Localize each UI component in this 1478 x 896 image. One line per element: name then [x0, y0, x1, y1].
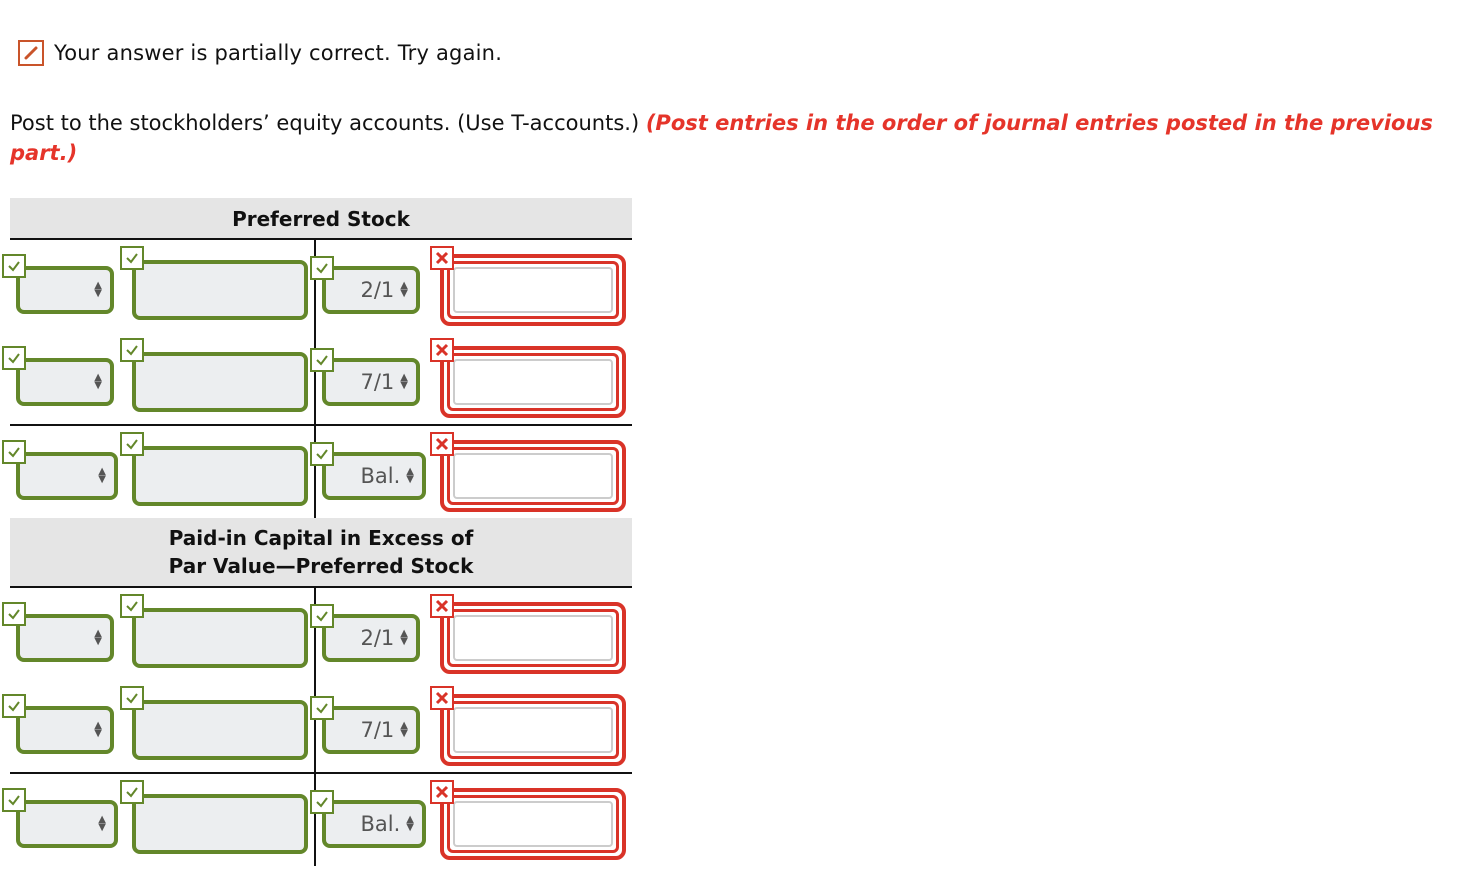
debit-amount-input[interactable] — [132, 352, 308, 412]
checkmark-icon — [310, 604, 334, 628]
updown-arrows-icon: ▲ ▼ — [94, 280, 102, 299]
checkmark-icon — [120, 246, 144, 270]
checkmark-icon — [120, 780, 144, 804]
updown-arrows-icon: ▲ ▼ — [98, 814, 106, 833]
t-row-total: ▲ ▼ Bal. ▲ ▼ — [2, 772, 632, 866]
credit-amount-input[interactable] — [440, 602, 626, 674]
t-row: ▲ ▼ 7/1 ▲ ▼ — [2, 332, 632, 424]
checkmark-icon — [310, 442, 334, 466]
checkmark-icon — [2, 254, 26, 278]
checkmark-icon — [2, 440, 26, 464]
next-section-cutoff — [0, 884, 1478, 896]
updown-arrows-icon: ▲ ▼ — [406, 466, 414, 485]
credit-amount-field[interactable] — [453, 707, 613, 753]
feedback-text: Your answer is partially correct. Try ag… — [54, 41, 503, 65]
instructions: Post to the stockholders’ equity account… — [10, 108, 1470, 168]
t-account-title: Preferred Stock — [10, 198, 632, 240]
updown-arrows-icon: ▲ ▼ — [94, 372, 102, 391]
checkmark-icon — [120, 338, 144, 362]
t-account-preferred-stock: Preferred Stock ▲ ▼ 2/1 ▲ ▼ ▲ ▼ 7/1 ▲ ▼ ▲ ▼ Bal. ▲ ▼ — [2, 198, 632, 518]
x-icon — [430, 594, 454, 618]
updown-arrows-icon: ▲ ▼ — [94, 628, 102, 647]
t-account-title: Paid-in Capital in Excess of Par Value—P… — [10, 518, 632, 588]
credit-date-select[interactable]: 2/1 ▲ ▼ — [322, 614, 420, 662]
credit-amount-field[interactable] — [453, 453, 613, 499]
t-row: ▲ ▼ 2/1 ▲ ▼ — [2, 240, 632, 332]
pencil-icon — [18, 40, 44, 66]
checkmark-icon — [2, 788, 26, 812]
t-account-body: ▲ ▼ 2/1 ▲ ▼ ▲ ▼ 7/1 ▲ ▼ ▲ ▼ Bal. ▲ ▼ — [2, 588, 632, 866]
checkmark-icon — [2, 602, 26, 626]
debit-amount-input[interactable] — [132, 608, 308, 668]
updown-arrows-icon: ▲ ▼ — [400, 720, 408, 739]
credit-date-value: 7/1 — [360, 718, 395, 742]
checkmark-icon — [120, 686, 144, 710]
x-icon — [430, 686, 454, 710]
credit-amount-input[interactable] — [440, 346, 626, 418]
debit-date-select[interactable]: ▲ ▼ — [16, 358, 114, 406]
debit-date-select[interactable]: ▲ ▼ — [16, 614, 114, 662]
credit-date-select[interactable]: 2/1 ▲ ▼ — [322, 266, 420, 314]
credit-amount-input[interactable] — [440, 254, 626, 326]
updown-arrows-icon: ▲ ▼ — [98, 466, 106, 485]
credit-date-select[interactable]: Bal. ▲ ▼ — [322, 452, 426, 500]
x-icon — [430, 432, 454, 456]
t-account-body: ▲ ▼ 2/1 ▲ ▼ ▲ ▼ 7/1 ▲ ▼ ▲ ▼ Bal. ▲ ▼ — [2, 240, 632, 518]
credit-amount-input[interactable] — [440, 694, 626, 766]
debit-date-select[interactable]: ▲ ▼ — [16, 452, 118, 500]
updown-arrows-icon: ▲ ▼ — [400, 628, 408, 647]
credit-date-select[interactable]: 7/1 ▲ ▼ — [322, 358, 420, 406]
debit-date-select[interactable]: ▲ ▼ — [16, 266, 114, 314]
t-account-paid-in-capital: Paid-in Capital in Excess of Par Value—P… — [2, 518, 632, 866]
credit-amount-input[interactable] — [440, 440, 626, 512]
checkmark-icon — [310, 348, 334, 372]
credit-date-value: Bal. — [360, 464, 401, 488]
credit-date-select[interactable]: 7/1 ▲ ▼ — [322, 706, 420, 754]
updown-arrows-icon: ▲ ▼ — [94, 720, 102, 739]
credit-date-value: 2/1 — [360, 626, 395, 650]
debit-date-select[interactable]: ▲ ▼ — [16, 706, 114, 754]
updown-arrows-icon: ▲ ▼ — [406, 814, 414, 833]
credit-date-value: 7/1 — [360, 370, 395, 394]
checkmark-icon — [2, 694, 26, 718]
x-icon — [430, 246, 454, 270]
debit-date-select[interactable]: ▲ ▼ — [16, 800, 118, 848]
credit-date-value: Bal. — [360, 812, 401, 836]
x-icon — [430, 338, 454, 362]
updown-arrows-icon: ▲ ▼ — [400, 372, 408, 391]
credit-amount-field[interactable] — [453, 359, 613, 405]
debit-amount-input[interactable] — [132, 446, 308, 506]
credit-amount-input[interactable] — [440, 788, 626, 860]
credit-amount-field[interactable] — [453, 801, 613, 847]
t-row: ▲ ▼ 7/1 ▲ ▼ — [2, 680, 632, 772]
credit-date-value: 2/1 — [360, 278, 395, 302]
updown-arrows-icon: ▲ ▼ — [400, 280, 408, 299]
t-row-total: ▲ ▼ Bal. ▲ ▼ — [2, 424, 632, 518]
checkmark-icon — [310, 790, 334, 814]
checkmark-icon — [310, 256, 334, 280]
debit-amount-input[interactable] — [132, 260, 308, 320]
feedback-banner: Your answer is partially correct. Try ag… — [18, 40, 502, 66]
checkmark-icon — [120, 594, 144, 618]
debit-amount-input[interactable] — [132, 700, 308, 760]
checkmark-icon — [310, 696, 334, 720]
checkmark-icon — [120, 432, 144, 456]
x-icon — [430, 780, 454, 804]
credit-amount-field[interactable] — [453, 615, 613, 661]
credit-date-select[interactable]: Bal. ▲ ▼ — [322, 800, 426, 848]
t-row: ▲ ▼ 2/1 ▲ ▼ — [2, 588, 632, 680]
credit-amount-field[interactable] — [453, 267, 613, 313]
instructions-main: Post to the stockholders’ equity account… — [10, 111, 646, 135]
checkmark-icon — [2, 346, 26, 370]
debit-amount-input[interactable] — [132, 794, 308, 854]
